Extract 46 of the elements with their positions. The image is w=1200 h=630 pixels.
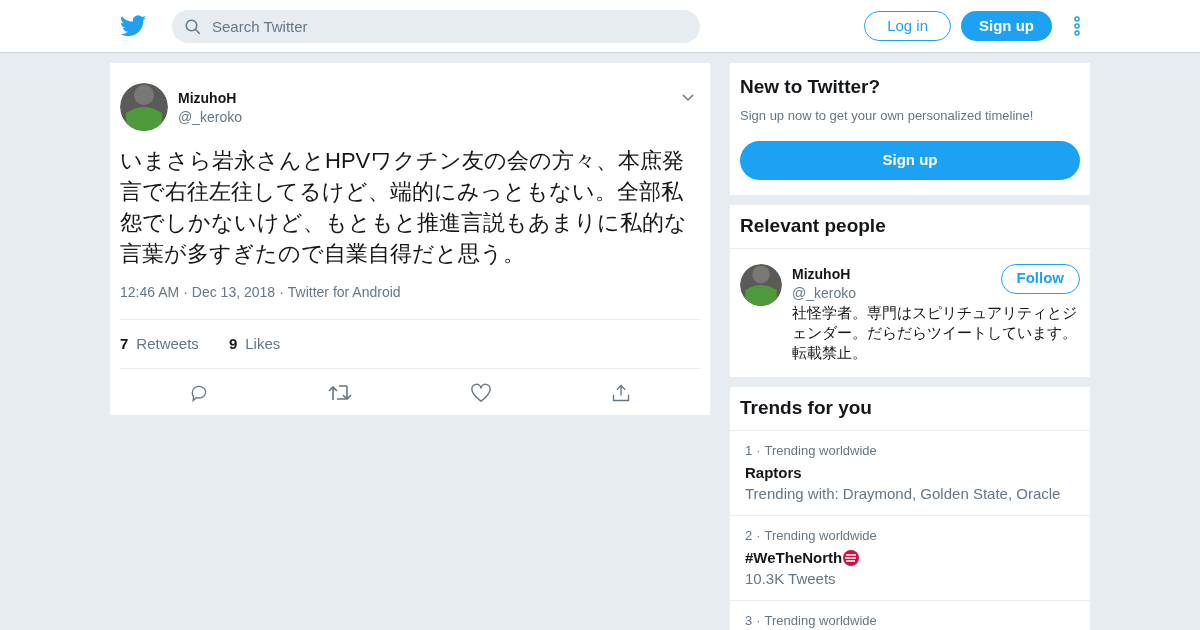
user-handle[interactable]: @_keroko bbox=[792, 283, 1001, 302]
retweet-icon[interactable] bbox=[327, 382, 352, 403]
trend-name: #WeTheNorth bbox=[745, 547, 843, 568]
stat-count: 9 bbox=[228, 333, 238, 354]
trend-name: Raptors bbox=[745, 462, 802, 483]
card-title: Relevant people bbox=[730, 204, 1090, 249]
trend-context: Trending worldwide bbox=[764, 527, 877, 544]
trend-meta: Trending with: Draymond, Golden State, Oracle bbox=[745, 483, 1062, 504]
trend-item[interactable]: 1 · Trending worldwide Raptors Trending with: Draymond, Golden State, Oracle bbox=[730, 430, 1090, 516]
trend-rank: 1 bbox=[745, 442, 753, 459]
stat-label[interactable]: Likes bbox=[245, 332, 281, 356]
avatar[interactable] bbox=[120, 83, 168, 131]
tweet-date[interactable]: Dec 13, 2018 bbox=[191, 282, 276, 303]
stat-count: 7 bbox=[120, 333, 129, 354]
search-field[interactable]: Search Twitter bbox=[172, 9, 700, 43]
avatar[interactable] bbox=[740, 263, 782, 306]
trend-item[interactable]: 2 · Trending worldwide #WeTheNorth 10.3K Tweets bbox=[730, 515, 1090, 601]
user-handle[interactable]: @_keroko bbox=[178, 108, 243, 126]
signup-button[interactable]: Sign up bbox=[740, 140, 1080, 180]
share-icon[interactable] bbox=[610, 382, 631, 403]
user-name[interactable]: MizuhoH bbox=[178, 88, 243, 108]
more-icon[interactable] bbox=[1074, 16, 1080, 36]
dot-separator: · bbox=[756, 527, 761, 544]
card-subtitle: Sign up now to get your own personalized timeline! bbox=[740, 107, 1035, 125]
card-title: New to Twitter? bbox=[740, 75, 882, 99]
dot-separator: · bbox=[279, 283, 284, 302]
stat-label[interactable]: Retweets bbox=[136, 332, 199, 356]
user-bio: 社怪学者。専門はスピリチュアリティとジェンダー。だらだらツイートしています。転載禁止。 bbox=[792, 302, 1078, 363]
trend-rank: 2 bbox=[745, 527, 753, 544]
dot-separator: · bbox=[756, 612, 761, 629]
tweet-time[interactable]: 12:46 AM bbox=[120, 282, 180, 303]
search-icon bbox=[184, 17, 202, 36]
dot-separator: · bbox=[183, 283, 188, 302]
signup-button[interactable]: Sign up bbox=[961, 11, 1052, 41]
trend-meta: 10.3K Tweets bbox=[745, 568, 837, 589]
bird-logo[interactable] bbox=[120, 15, 146, 37]
tweet-source: Twitter for Android bbox=[287, 283, 401, 302]
user-name[interactable]: MizuhoH bbox=[792, 263, 1001, 284]
card-title: Trends for you bbox=[730, 386, 1090, 431]
trend-rank: 3 bbox=[745, 612, 753, 629]
trend-item[interactable]: 3 · Trending worldwide bbox=[730, 600, 1090, 630]
trend-context: Trending worldwide bbox=[764, 442, 877, 459]
trend-context: Trending worldwide bbox=[764, 612, 877, 629]
tweet-text: いまさら岩永さんとHPVワクチン友の会の方々、本庶発言で右往左往してるけど、端的にみっともない。全部私怨でしかないけど、もともと推進言説もあまりに私的な言葉が多すぎたので自業自得だと思う。 bbox=[120, 147, 688, 268]
dot-separator: · bbox=[756, 442, 761, 459]
heart-icon[interactable] bbox=[470, 382, 493, 403]
